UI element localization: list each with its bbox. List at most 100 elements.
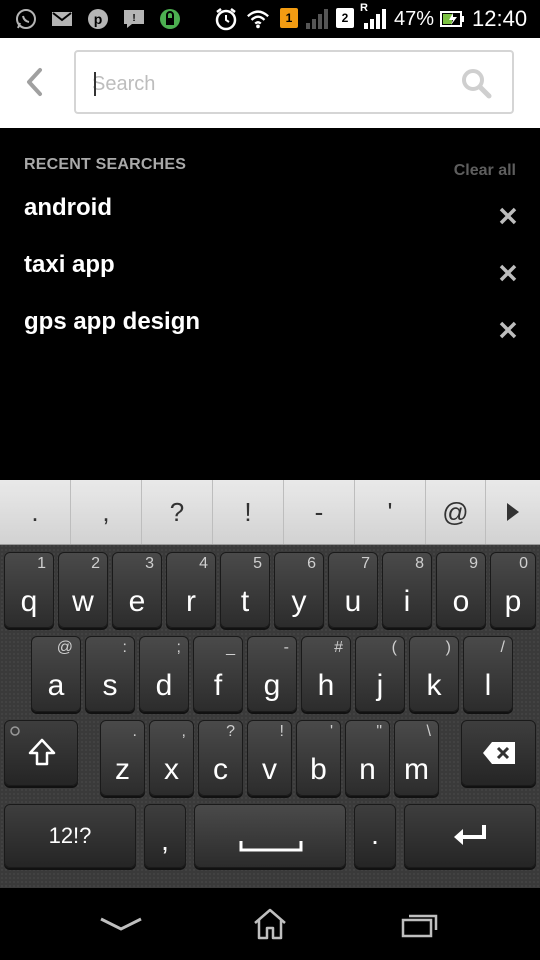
backspace-key[interactable] [461, 720, 536, 786]
back-button[interactable] [14, 62, 54, 102]
comma-key[interactable]: , [144, 804, 186, 868]
key-g[interactable]: -g [247, 636, 297, 712]
key-label: q [20, 585, 38, 618]
remove-icon[interactable] [498, 263, 518, 283]
lock-icon [158, 8, 182, 30]
key-s[interactable]: :s [85, 636, 135, 712]
key-label: n [359, 753, 376, 786]
key-alt-label: 5 [253, 555, 262, 572]
key-t[interactable]: 5t [220, 552, 270, 628]
search-input[interactable] [90, 64, 434, 104]
key-q[interactable]: 1q [4, 552, 54, 628]
symbol-key[interactable]: . [0, 480, 71, 544]
key-y[interactable]: 6y [274, 552, 324, 628]
key-label: u [344, 585, 362, 618]
key-h[interactable]: # h [301, 636, 351, 712]
key-alt-label: 1 [37, 555, 46, 572]
symbol-key[interactable]: , [71, 480, 142, 544]
recent-search-item[interactable]: android [0, 184, 540, 234]
recent-apps-button[interactable] [392, 904, 448, 944]
key-alt-label: , [181, 723, 186, 740]
key-label: c [213, 753, 228, 786]
symbols-mode-key[interactable]: 12!? [4, 804, 136, 868]
remove-icon[interactable] [498, 206, 518, 226]
key-alt-label: ; [176, 639, 181, 656]
more-symbols-button[interactable] [486, 480, 540, 544]
gmail-icon [50, 8, 74, 30]
key-label: p [504, 585, 522, 618]
period-key[interactable]: . [354, 804, 396, 868]
key-j[interactable]: (j [355, 636, 405, 712]
key-alt-label: 2 [91, 555, 100, 572]
key-alt-label: . [132, 723, 137, 740]
key-alt-label: ( [391, 639, 397, 656]
key-label: j [376, 669, 384, 702]
key-alt-label: - [283, 639, 289, 656]
key-l[interactable]: / l [463, 636, 513, 712]
recent-searches-panel: RECENT SEARCHES Clear all android taxi a… [0, 128, 540, 480]
key-alt-label: ' [329, 723, 333, 740]
play-arrow-icon [507, 503, 519, 521]
status-bar: p ! 1 2 R 47% 12:40 [0, 0, 540, 38]
key-alt-label: @ [56, 639, 73, 656]
whatsapp-icon [14, 8, 38, 30]
key-label: b [310, 753, 327, 786]
key-alt-label: ? [226, 723, 235, 740]
key-alt-label: # [334, 639, 343, 656]
key-alt-label: 6 [307, 555, 316, 572]
recent-apps-icon [401, 914, 438, 938]
recent-search-item[interactable]: gps app design [0, 298, 540, 348]
key-x[interactable]: ,x [149, 720, 194, 796]
key-alt-label: 4 [199, 555, 208, 572]
key-label: w [72, 585, 94, 618]
battery-percent: 47% [394, 8, 435, 30]
clear-all-button[interactable]: Clear all [454, 162, 516, 180]
key-label: 12!? [48, 823, 92, 848]
key-i[interactable]: 8i [382, 552, 432, 628]
space-key[interactable] [194, 804, 346, 868]
key-label: , [161, 825, 169, 856]
symbol-key[interactable]: ' [355, 480, 426, 544]
key-d[interactable]: ; d [139, 636, 189, 712]
key-z[interactable]: .z [100, 720, 145, 796]
remove-icon[interactable] [498, 320, 518, 340]
key-label: g [263, 669, 281, 702]
key-c[interactable]: ? c [198, 720, 243, 796]
key-m[interactable]: \ m [394, 720, 439, 796]
symbol-key[interactable]: @ [426, 480, 486, 544]
alarm-icon [214, 8, 238, 31]
enter-icon [454, 825, 486, 845]
enter-key[interactable] [404, 804, 536, 868]
hide-keyboard-button[interactable] [93, 904, 149, 944]
key-r[interactable]: 4r [166, 552, 216, 628]
key-e[interactable]: 3e [112, 552, 162, 628]
search-box[interactable] [74, 50, 514, 114]
key-v[interactable]: ! v [247, 720, 292, 796]
key-p[interactable]: 0p [490, 552, 536, 628]
key-alt-label: 8 [415, 555, 424, 572]
symbol-key[interactable]: - [284, 480, 355, 544]
key-b[interactable]: ' b [296, 720, 341, 796]
home-icon [254, 908, 286, 940]
key-n[interactable]: " n [345, 720, 390, 796]
key-w[interactable]: 2w [58, 552, 108, 628]
key-label: l [484, 669, 492, 702]
key-a[interactable]: @ a [31, 636, 81, 712]
key-alt-label: \ [426, 723, 431, 740]
keyboard: . , ? ! - ' @ 1q 2w 3e 4r 5t 6y 7u 8i 9o… [0, 480, 540, 888]
key-f[interactable]: _ f [193, 636, 243, 712]
search-icon[interactable] [460, 67, 492, 99]
key-k[interactable]: ) k [409, 636, 459, 712]
key-label: . [371, 819, 379, 850]
chevron-down-icon [100, 917, 142, 931]
key-o[interactable]: 9o [436, 552, 486, 628]
symbol-key[interactable]: ? [142, 480, 213, 544]
key-label: m [404, 753, 429, 786]
home-button[interactable] [242, 904, 298, 944]
recent-search-text: gps app design [24, 308, 201, 335]
symbol-key[interactable]: ! [213, 480, 284, 544]
shift-key[interactable] [4, 720, 78, 786]
recent-search-item[interactable]: taxi app [0, 241, 540, 291]
key-u[interactable]: 7u [328, 552, 378, 628]
key-alt-label: _ [226, 639, 235, 656]
